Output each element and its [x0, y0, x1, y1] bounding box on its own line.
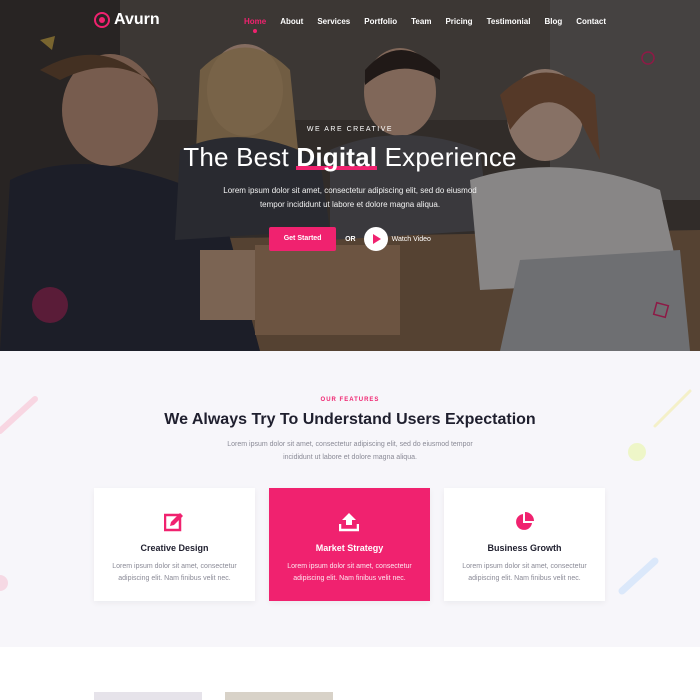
nav-item-portfolio[interactable]: Portfolio: [364, 17, 397, 26]
nav-item-pricing[interactable]: Pricing: [445, 17, 472, 26]
thumbnail-image: [225, 692, 333, 700]
logo-text: Avurn: [114, 11, 160, 28]
play-icon[interactable]: [363, 227, 388, 251]
edit-icon: [164, 513, 183, 532]
nav-item-blog[interactable]: Blog: [544, 17, 562, 26]
next-section: [0, 647, 700, 700]
nav-item-contact[interactable]: Contact: [576, 17, 606, 26]
upload-icon: [339, 513, 359, 532]
thumbnail-image: [94, 692, 202, 700]
feature-card-market-strategy[interactable]: Market Strategy Lorem ipsum dolor sit am…: [269, 488, 430, 601]
features-title-highlight: Understand: [302, 411, 392, 428]
features-title-pre: We Always Try To: [164, 411, 303, 428]
hero-title: The Best Digital Experience: [0, 142, 700, 173]
watch-video-link[interactable]: Watch Video: [392, 236, 431, 243]
nav-item-about[interactable]: About: [280, 17, 303, 26]
feature-card-title: Business Growth: [487, 543, 562, 553]
logo-icon: [94, 12, 110, 28]
logo[interactable]: Avurn: [94, 11, 160, 29]
feature-card-title: Market Strategy: [315, 543, 384, 553]
features-description: Lorem ipsum dolor sit amet, consectetur …: [227, 441, 473, 461]
features-eyebrow: OUR FEATURES: [320, 397, 380, 403]
features-title-post: Users Expectation: [391, 411, 536, 428]
hero-title-highlight: Digital: [296, 142, 378, 172]
feature-card-business-growth[interactable]: Business Growth Lorem ipsum dolor sit am…: [444, 488, 605, 601]
features-section: OUR FEATURES We Always Try To Understand…: [0, 351, 700, 647]
nav-item-services[interactable]: Services: [317, 17, 350, 26]
feature-card-creative-design[interactable]: Creative Design Lorem ipsum dolor sit am…: [94, 488, 255, 601]
features-title: We Always Try To Understand Users Expect…: [0, 411, 700, 429]
main-nav: Home About Services Portfolio Team Prici…: [230, 17, 606, 33]
feature-card-text: Lorem ipsum dolor sit amet, consectetur …: [462, 563, 587, 582]
pie-chart-icon: [516, 512, 534, 530]
hero-title-pre: The Best: [183, 142, 297, 172]
get-started-button[interactable]: Get Started: [269, 227, 337, 251]
hero-section: Avurn Home About Services Portfolio Team…: [0, 0, 700, 351]
nav-item-testimonial[interactable]: Testimonial: [487, 17, 531, 26]
feature-card-title: Creative Design: [140, 543, 209, 553]
hero-actions: Get Started OR Watch Video: [0, 227, 700, 251]
nav-item-team[interactable]: Team: [411, 17, 431, 26]
hero-title-post: Experience: [377, 142, 517, 172]
nav-item-home[interactable]: Home: [244, 17, 266, 33]
hero-content: WE ARE CREATIVE The Best Digital Experie…: [0, 126, 700, 251]
or-separator: OR: [345, 235, 356, 243]
feature-card-text: Lorem ipsum dolor sit amet, consectetur …: [287, 563, 412, 582]
top-navbar: Avurn Home About Services Portfolio Team…: [0, 0, 700, 42]
hero-description: Lorem ipsum dolor sit amet, consectetur …: [223, 186, 477, 209]
feature-card-text: Lorem ipsum dolor sit amet, consectetur …: [112, 563, 237, 582]
hero-eyebrow: WE ARE CREATIVE: [306, 126, 394, 133]
